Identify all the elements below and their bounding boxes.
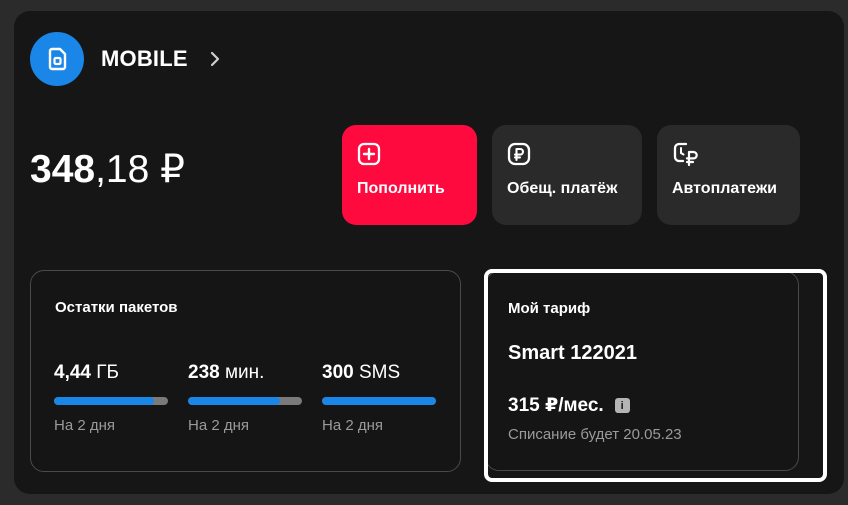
sim-card-icon [30,32,84,86]
chevron-right-icon [210,51,220,67]
packet-progress-fill [188,397,281,405]
ruble-coin-icon [507,141,642,167]
autopay-button[interactable]: Автоплатежи [657,125,800,225]
top-up-label: Пополнить [357,180,445,197]
autopay-ruble-icon [672,141,800,167]
packet-progress-bar [322,397,436,405]
packet-value: 238 мин. [188,362,265,383]
account-header[interactable]: MOBILE [30,32,220,86]
packets-title: Остатки пакетов [55,299,178,316]
balance-fraction: ,18 ₽ [95,148,185,191]
autopay-label: Автоплатежи [672,180,778,197]
packet-progress-fill [322,397,436,405]
packet-progress-bar [54,397,168,405]
packet-progress-bar [188,397,302,405]
page-background-strip [0,494,848,505]
plus-icon [357,141,477,167]
top-up-button[interactable]: Пополнить [342,125,477,225]
packet-progress-fill [54,397,155,405]
packets-card[interactable]: Остатки пакетов 4,44 ГБ На 2 дня 238 мин… [30,270,461,472]
balance-amount: 348,18 ₽ [30,145,185,195]
promised-payment-label: Обещ. платёж [507,180,618,197]
balance-integer: 348 [30,148,96,191]
packet-minutes: 238 мин. На 2 дня [188,362,302,434]
packet-value: 4,44 ГБ [54,362,120,383]
packet-period: На 2 дня [188,417,250,434]
packet-period: На 2 дня [54,417,116,434]
packet-value: 300 SMS [322,362,401,383]
packet-internet: 4,44 ГБ На 2 дня [54,362,168,434]
packet-period: На 2 дня [322,417,384,434]
tariff-highlight-frame [484,269,827,482]
packet-sms: 300 SMS На 2 дня [322,362,436,434]
promised-payment-button[interactable]: Обещ. платёж [492,125,642,225]
account-title: MOBILE [101,46,188,71]
